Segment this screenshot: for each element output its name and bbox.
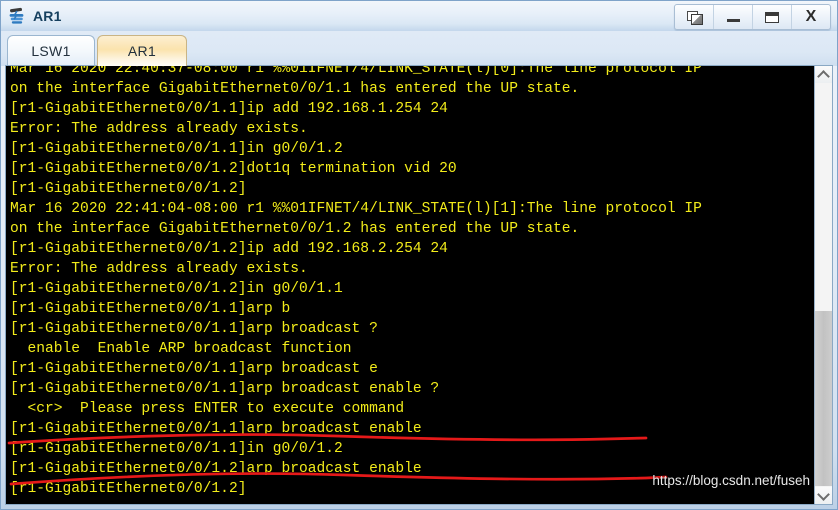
titlebar-left-group: AR1 [1, 7, 62, 26]
close-button[interactable]: X [792, 5, 830, 29]
restore-icon [686, 10, 703, 25]
scrollbar-track[interactable] [815, 83, 832, 487]
chevron-up-icon [817, 69, 830, 83]
terminal-text: Mar 16 2020 22:40:37-08:00 r1 %%01IFNET/… [10, 66, 702, 497]
minimize-icon [726, 19, 740, 22]
window-controls: X [674, 4, 831, 30]
scroll-down-button[interactable] [815, 487, 832, 504]
chevron-down-icon [817, 487, 830, 501]
scroll-up-button[interactable] [815, 66, 832, 83]
window-titlebar: AR1 X [1, 1, 837, 31]
watermark-text: https://blog.csdn.net/fuseh [652, 473, 810, 488]
tab-ar1-label: AR1 [127, 43, 157, 59]
window-title: AR1 [33, 8, 62, 24]
scrollbar-thumb[interactable] [815, 311, 832, 486]
close-icon: X [805, 8, 817, 25]
restore-button[interactable] [675, 5, 714, 29]
terminal-frame: Mar 16 2020 22:40:37-08:00 r1 %%01IFNET/… [5, 65, 833, 505]
minimize-button[interactable] [714, 5, 753, 29]
tab-ar1[interactable]: AR1 [97, 35, 187, 66]
terminal-scrollbar[interactable] [814, 66, 832, 504]
terminal-output[interactable]: Mar 16 2020 22:40:37-08:00 r1 %%01IFNET/… [6, 66, 814, 504]
device-tab-bar: LSW1 AR1 [1, 31, 837, 66]
tab-lsw1[interactable]: LSW1 [7, 35, 95, 66]
router-icon [8, 7, 27, 26]
tab-lsw1-label: LSW1 [31, 43, 71, 59]
device-cli-window: AR1 X LSW1 AR1 Mar 16 2020 22:40:37-08:0… [0, 0, 838, 510]
maximize-button[interactable] [753, 5, 792, 29]
maximize-icon [765, 11, 779, 23]
